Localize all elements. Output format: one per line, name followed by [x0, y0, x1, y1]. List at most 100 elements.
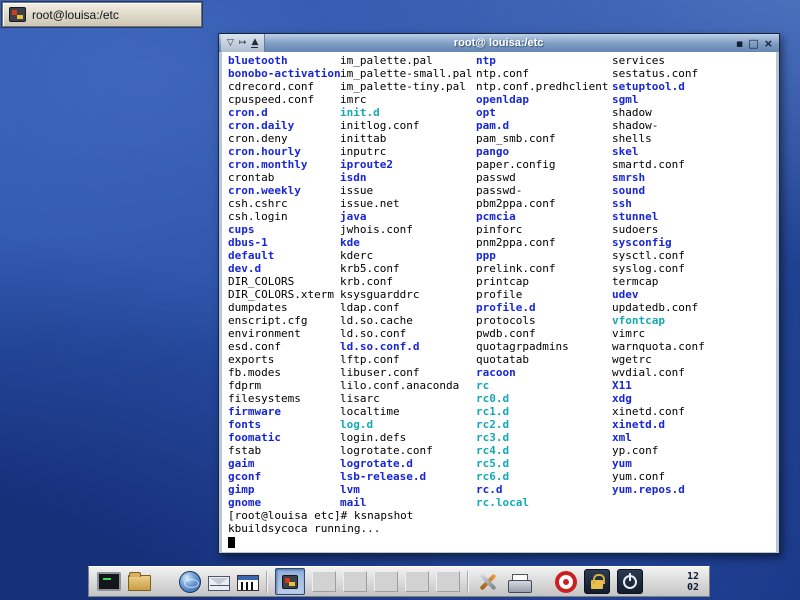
file-column-2: im_palette.palim_palette-small.palim_pal…	[340, 54, 472, 509]
file-entry: dumpdates	[228, 301, 341, 314]
file-entry: cron.hourly	[228, 145, 341, 158]
file-entry: sestatus.conf	[612, 67, 705, 80]
file-entry: ld.so.cache	[340, 314, 472, 327]
file-entry: libuser.conf	[340, 366, 472, 379]
file-entry: gconf	[228, 470, 341, 483]
file-entry: jwhois.conf	[340, 223, 472, 236]
tools-icon[interactable]	[476, 571, 500, 593]
file-entry: vfontcap	[612, 314, 705, 327]
file-entry: logrotate.conf	[340, 444, 472, 457]
file-column-3: ntpntp.confntp.conf.predhclientopenldapo…	[476, 54, 608, 509]
media-player-icon[interactable]	[237, 575, 259, 591]
file-entry: shells	[612, 132, 705, 145]
web-browser-icon[interactable]	[179, 571, 201, 593]
file-entry: dbus-1	[228, 236, 341, 249]
file-entry: sysctl.conf	[612, 249, 705, 262]
file-entry: rc.local	[476, 496, 608, 509]
clock-applet[interactable]: 12 02	[687, 571, 701, 593]
file-entry: rc3.d	[476, 431, 608, 444]
file-entry: udev	[612, 288, 705, 301]
status-line: kbuildsycoca running...	[228, 522, 776, 535]
file-entry: pnm2ppa.conf	[476, 236, 608, 249]
detach-session-icon[interactable]: ▲	[251, 38, 258, 48]
file-entry: sysconfig	[612, 236, 705, 249]
file-entry: fonts	[228, 418, 341, 431]
file-entry: imrc	[340, 93, 472, 106]
logout-button[interactable]	[617, 569, 643, 594]
empty-task-slot	[343, 571, 367, 592]
active-task-konsole-button[interactable]	[275, 568, 305, 595]
file-entry: cron.monthly	[228, 158, 341, 171]
file-entry: login.defs	[340, 431, 472, 444]
file-entry: cron.daily	[228, 119, 341, 132]
file-entry: pbm2ppa.conf	[476, 197, 608, 210]
file-entry: im_palette.pal	[340, 54, 472, 67]
file-entry: mail	[340, 496, 472, 509]
file-entry: esd.conf	[228, 340, 341, 353]
file-entry: bluetooth	[228, 54, 341, 67]
file-entry: prelink.conf	[476, 262, 608, 275]
file-entry: fb.modes	[228, 366, 341, 379]
taskbar-window-button[interactable]: root@louisa:/etc	[2, 2, 202, 27]
file-column-1: bluetoothbonobo-activationcdrecord.confc…	[228, 54, 341, 509]
file-entry: im_palette-tiny.pal	[340, 80, 472, 93]
file-entry: racoon	[476, 366, 608, 379]
file-entry: log.d	[340, 418, 472, 431]
file-entry: lisarc	[340, 392, 472, 405]
file-entry: rc	[476, 379, 608, 392]
file-entry: cups	[228, 223, 341, 236]
file-entry: default	[228, 249, 341, 262]
tab-icon[interactable]: ↦	[239, 39, 247, 48]
file-entry: cron.weekly	[228, 184, 341, 197]
maximize-button[interactable]: □	[748, 38, 758, 49]
empty-task-slot	[405, 571, 429, 592]
close-button[interactable]: ×	[764, 38, 773, 49]
file-entry: yum.conf	[612, 470, 705, 483]
file-entry: krb.conf	[340, 275, 472, 288]
konsole-icon	[9, 7, 26, 22]
file-entry: enscript.cfg	[228, 314, 341, 327]
file-entry: ntp.conf	[476, 67, 608, 80]
file-entry: opt	[476, 106, 608, 119]
file-entry: lsb-release.d	[340, 470, 472, 483]
scroll-indicator-icon[interactable]: ▽	[227, 39, 234, 48]
file-entry: ssh	[612, 197, 705, 210]
empty-task-slot	[312, 571, 336, 592]
file-entry: rc1.d	[476, 405, 608, 418]
window-titlebar[interactable]: ▽ ↦ ▲ root@ louisa:/etc ▪ □ ×	[219, 34, 779, 52]
power-icon	[623, 575, 637, 589]
file-listing: bluetoothbonobo-activationcdrecord.confc…	[228, 54, 776, 509]
file-entry: krb5.conf	[340, 262, 472, 275]
file-entry: rc6.d	[476, 470, 608, 483]
file-entry: inittab	[340, 132, 472, 145]
terminal-launcher-icon[interactable]	[97, 572, 121, 591]
file-entry: issue.net	[340, 197, 472, 210]
file-entry: rc4.d	[476, 444, 608, 457]
file-entry: gaim	[228, 457, 341, 470]
file-entry: firmware	[228, 405, 341, 418]
file-manager-icon[interactable]	[128, 575, 151, 591]
terminal-cursor	[228, 537, 235, 548]
file-entry: ld.so.conf	[340, 327, 472, 340]
minimize-button[interactable]: ▪	[736, 38, 743, 49]
file-entry: shadow-	[612, 119, 705, 132]
cursor-line	[228, 535, 776, 548]
file-entry: kderc	[340, 249, 472, 262]
terminal-output[interactable]: bluetoothbonobo-activationcdrecord.confc…	[222, 52, 776, 552]
file-entry: protocols	[476, 314, 608, 327]
mail-icon[interactable]	[208, 576, 230, 591]
file-entry: cron.deny	[228, 132, 341, 145]
file-entry: openldap	[476, 93, 608, 106]
file-entry: vimrc	[612, 327, 705, 340]
file-entry: rc2.d	[476, 418, 608, 431]
file-entry: printcap	[476, 275, 608, 288]
printer-icon[interactable]	[507, 574, 531, 592]
file-entry: init.d	[340, 106, 472, 119]
file-entry: java	[340, 210, 472, 223]
lock-screen-button[interactable]	[584, 569, 610, 594]
file-entry: profile.d	[476, 301, 608, 314]
file-entry: pwdb.conf	[476, 327, 608, 340]
update-notifier-icon[interactable]	[555, 571, 577, 593]
file-entry: ppp	[476, 249, 608, 262]
file-entry: csh.login	[228, 210, 341, 223]
